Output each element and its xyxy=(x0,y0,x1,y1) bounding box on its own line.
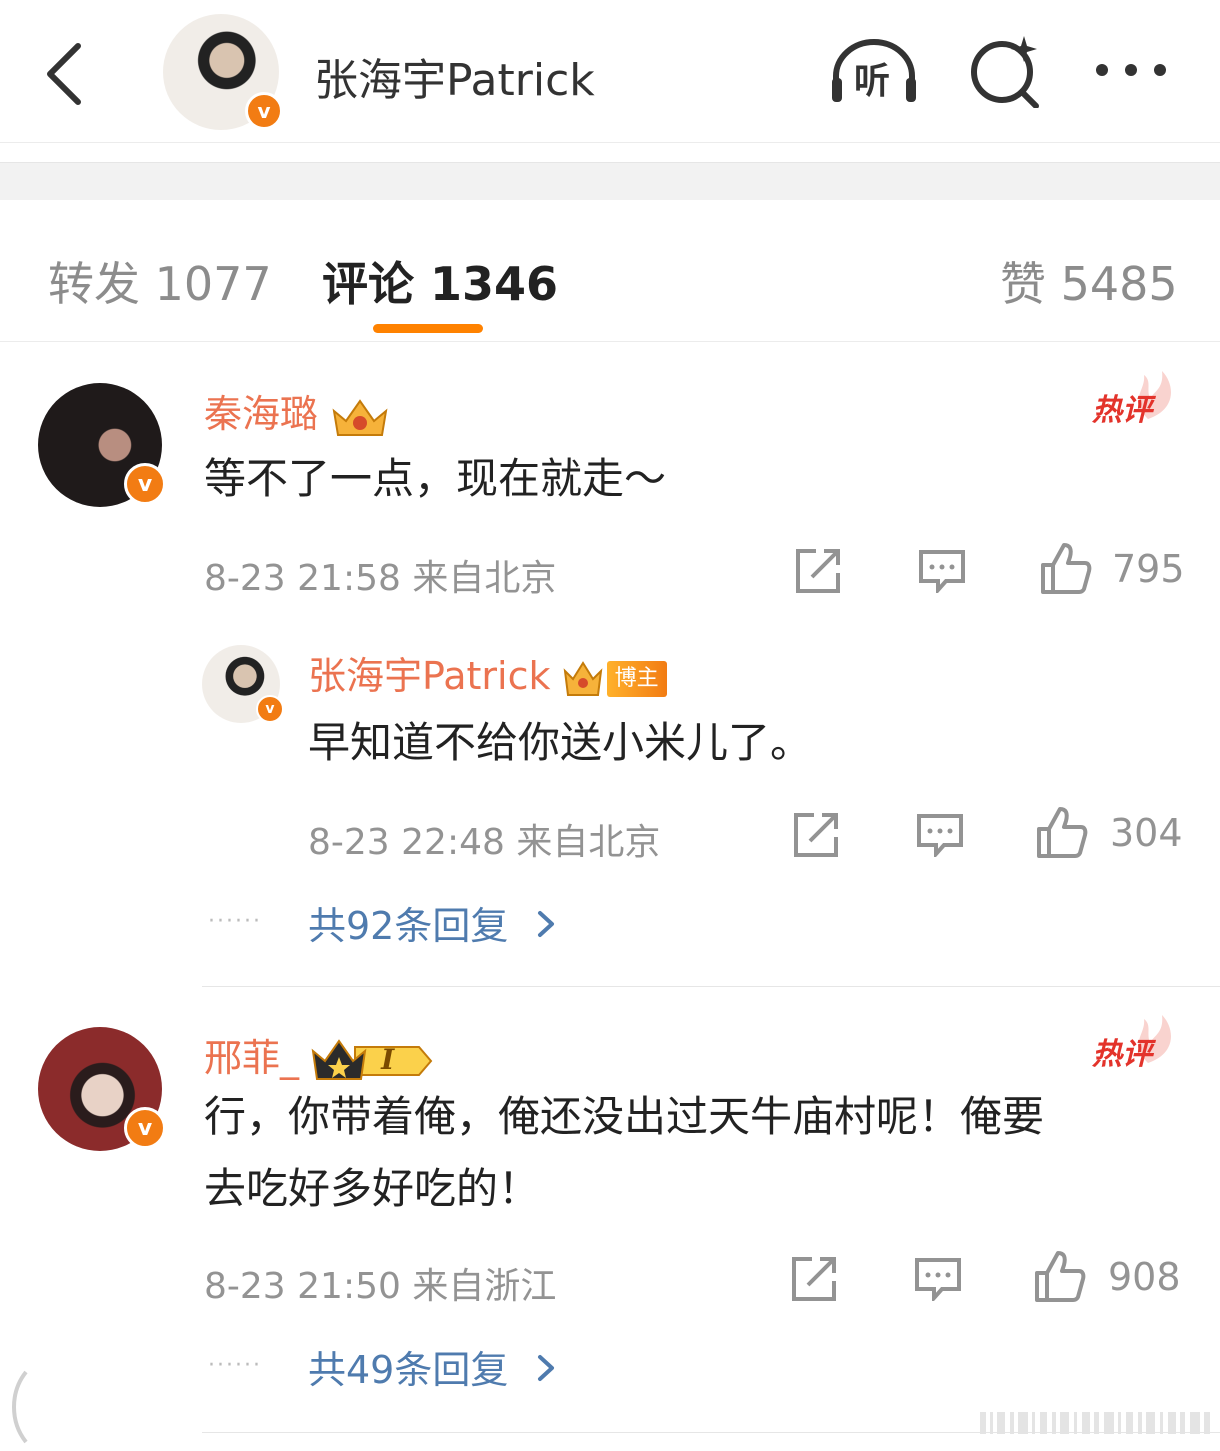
comment-icon xyxy=(919,550,965,596)
verified-badge: v xyxy=(245,92,283,130)
like-count: 304 xyxy=(1110,811,1183,855)
thumbs-up-icon xyxy=(1037,807,1088,858)
thumbs-up-icon xyxy=(1041,543,1092,594)
hot-comment-badge: 热评 xyxy=(1088,369,1178,429)
commenter-avatar[interactable]: v xyxy=(38,1027,166,1151)
scroll-edge-icon xyxy=(12,1370,28,1444)
commenter-name-text: 邢菲_ xyxy=(204,1036,300,1080)
comment-icon xyxy=(915,1258,961,1304)
comment-text-line: 去吃好多好吃的！ xyxy=(204,1164,541,1213)
listen-button[interactable]: 听 xyxy=(828,36,920,106)
listen-label: 听 xyxy=(854,61,891,102)
reply-author-text: 张海宇Patrick xyxy=(308,654,551,698)
share-icon xyxy=(796,549,840,593)
thumbs-up-icon xyxy=(1035,1251,1086,1302)
crown-icon xyxy=(332,398,388,436)
tab-likes[interactable]: 赞 5485 xyxy=(1000,248,1178,314)
page-title[interactable]: 张海宇Patrick xyxy=(314,44,595,108)
comment-icon xyxy=(917,814,963,860)
tab-comments[interactable]: 评论 1346 xyxy=(322,248,558,314)
verified-badge: v xyxy=(124,1107,166,1149)
view-replies-link[interactable]: 共49条回复 xyxy=(308,1339,558,1394)
reply-author-name[interactable]: 张海宇Patrick 博主 xyxy=(308,645,667,700)
commenter-name[interactable]: 秦海璐 xyxy=(204,383,390,439)
level-badge: I xyxy=(311,1038,435,1083)
reply-avatar[interactable]: v xyxy=(202,645,284,723)
commenter-name-text: 秦海璐 xyxy=(204,392,319,436)
hot-comment-badge: 热评 xyxy=(1088,1013,1178,1073)
ellipsis-dots: ······ xyxy=(208,1353,262,1378)
like-count: 795 xyxy=(1112,547,1185,591)
share-button[interactable] xyxy=(794,547,842,599)
like-button[interactable] xyxy=(1034,1249,1086,1307)
like-button[interactable] xyxy=(1040,541,1092,599)
verified-badge: v xyxy=(124,463,166,505)
share-icon xyxy=(794,813,838,857)
comment-time-location: 8-23 21:58 来自北京 xyxy=(204,558,557,599)
comment-text-line: 行，你带着俺，俺还没出过天牛庙村呢！俺要 xyxy=(204,1092,1045,1141)
search-button[interactable] xyxy=(968,34,1042,109)
comment-time-location: 8-23 21:50 来自浙江 xyxy=(204,1266,557,1307)
search-sparkle-icon xyxy=(971,36,1039,109)
barcode-watermark xyxy=(980,1412,1210,1434)
reply-button[interactable] xyxy=(918,549,966,597)
reply-button[interactable] xyxy=(914,1257,962,1305)
like-button[interactable] xyxy=(1036,805,1088,863)
share-button[interactable] xyxy=(792,811,840,863)
commenter-avatar[interactable]: v xyxy=(38,383,166,507)
crown-level-icon xyxy=(311,1038,433,1080)
active-tab-indicator xyxy=(373,324,483,333)
like-count: 908 xyxy=(1108,1255,1181,1299)
comment-text: 等不了一点，现在就走～ xyxy=(204,454,667,503)
tab-bar: 转发 1077 评论 1346 赞 5485 xyxy=(0,200,1220,342)
back-icon xyxy=(47,43,81,105)
crown-icon xyxy=(563,660,602,696)
author-avatar[interactable]: v xyxy=(163,14,283,130)
more-icon xyxy=(1096,64,1166,76)
tab-reposts[interactable]: 转发 1077 xyxy=(48,248,272,314)
reply-button[interactable] xyxy=(916,813,964,861)
view-replies-link[interactable]: 共92条回复 xyxy=(308,895,558,950)
commenter-name[interactable]: 邢菲_ I xyxy=(204,1027,435,1083)
back-button[interactable] xyxy=(38,38,98,108)
reply-text: 早知道不给你送小米儿了。 xyxy=(308,718,813,767)
chevron-right-icon xyxy=(538,911,555,937)
owner-tag: 博主 xyxy=(606,660,667,697)
more-button[interactable] xyxy=(1094,54,1168,84)
reply-time-location: 8-23 22:48 来自北京 xyxy=(308,822,661,863)
share-icon xyxy=(792,1257,836,1301)
comment-divider xyxy=(202,986,1220,987)
share-button[interactable] xyxy=(790,1255,838,1307)
chevron-right-icon xyxy=(538,1355,555,1381)
verified-badge: v xyxy=(256,695,284,723)
top-bar: v 张海宇Patrick 听 xyxy=(0,0,1220,143)
ellipsis-dots: ······ xyxy=(208,909,262,934)
section-gap xyxy=(0,162,1220,200)
